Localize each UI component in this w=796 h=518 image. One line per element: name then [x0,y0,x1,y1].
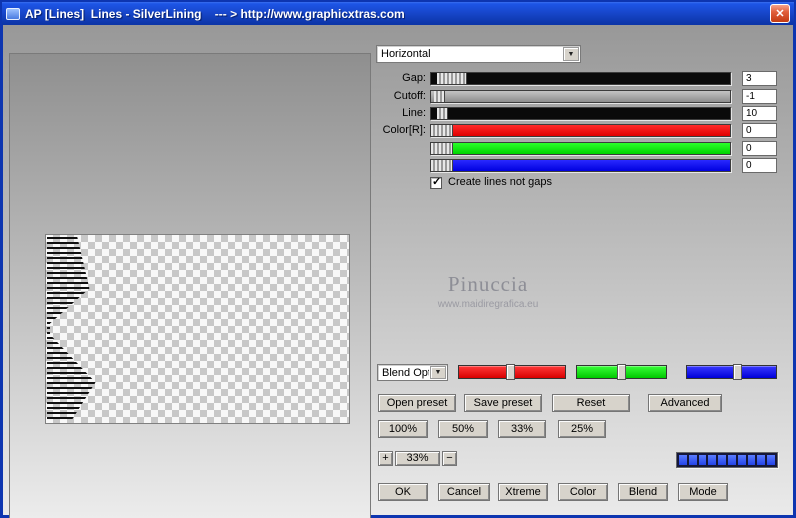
close-icon: ✕ [775,8,785,20]
mode-button[interactable]: Mode [678,483,728,501]
open-preset-button[interactable]: Open preset [378,394,456,412]
cutoff-value[interactable]: -1 [742,89,777,104]
blend-green-thumb[interactable] [617,364,626,380]
slider-row-gap: Gap: 3 [0,71,796,86]
progress-segment [747,455,756,465]
chevron-glyph: ▼ [434,369,442,376]
close-button[interactable]: ✕ [770,4,790,23]
plugin-window: AP [Lines] Lines - SilverLining --- > ht… [0,0,796,518]
blend-options-dropdown[interactable]: Blend Opti ▼ [377,364,448,381]
cutoff-slider[interactable] [430,90,731,103]
color-button[interactable]: Color [558,483,608,501]
progress-segment [727,455,736,465]
lines-shape [47,237,96,421]
progress-segment [718,455,726,465]
zoom-100-button[interactable]: 100% [378,420,428,438]
preview-image[interactable] [45,234,350,424]
advanced-button[interactable]: Advanced [648,394,722,412]
blend-options-value: Blend Opti [382,367,429,379]
color-b-value[interactable]: 0 [742,158,777,173]
zoom-33-button[interactable]: 33% [498,420,546,438]
cancel-button[interactable]: Cancel [438,483,490,501]
slider-row-color-g: 0 [0,141,796,156]
slider-row-color-b: 0 [0,158,796,173]
check-icon: ✓ [432,176,442,188]
blend-button[interactable]: Blend [618,483,668,501]
zoom-in-button[interactable]: + [378,451,393,466]
gap-slider[interactable] [430,72,731,85]
progress-segment [737,455,746,465]
color-r-slider[interactable] [430,124,731,137]
ok-button[interactable]: OK [378,483,428,501]
reset-button[interactable]: Reset [552,394,630,412]
preview-panel[interactable] [9,53,371,518]
slider-row-color-r: Color[R]: 0 [0,123,796,138]
blend-blue-slider[interactable] [686,364,777,380]
xtreme-button[interactable]: Xtreme [498,483,548,501]
blend-red-thumb[interactable] [506,364,515,380]
chevron-down-icon[interactable]: ▼ [563,47,579,61]
titlebar[interactable]: AP [Lines] Lines - SilverLining --- > ht… [2,2,794,25]
create-lines-label: Create lines not gaps [448,176,552,188]
create-lines-checkbox[interactable]: ✓ [430,176,442,189]
slider-row-cutoff: Cutoff: -1 [0,89,796,104]
line-slider-thumb[interactable] [437,108,448,119]
color-b-slider-thumb[interactable] [431,160,453,171]
cutoff-slider-thumb[interactable] [434,91,445,102]
progress-segment [757,455,766,465]
progress-segment [698,455,707,465]
chevron-down-icon[interactable]: ▼ [430,366,446,379]
save-preset-button[interactable]: Save preset [464,394,542,412]
slider-row-line: Line: 10 [0,106,796,121]
color-g-slider-thumb[interactable] [431,143,453,154]
blend-green-slider[interactable] [576,364,667,380]
direction-dropdown[interactable]: Horizontal ▼ [376,45,581,63]
direction-dropdown-value: Horizontal [381,48,431,60]
gap-value[interactable]: 3 [742,71,777,86]
progress-segment [679,455,687,465]
color-g-value[interactable]: 0 [742,141,777,156]
zoom-50-button[interactable]: 50% [438,420,488,438]
line-slider[interactable] [430,107,731,120]
progress-bar [676,452,778,468]
color-g-slider[interactable] [430,142,731,155]
color-r-slider-thumb[interactable] [431,125,453,136]
blend-blue-thumb[interactable] [733,364,742,380]
zoom-25-button[interactable]: 25% [558,420,606,438]
color-b-slider[interactable] [430,159,731,172]
cutoff-label: Cutoff: [393,90,426,102]
gap-label: Gap: [402,72,426,84]
app-icon [6,7,20,20]
color-r-label: Color[R]: [382,124,426,136]
blend-red-slider[interactable] [458,364,566,380]
window-title: AP [Lines] Lines - SilverLining --- > ht… [25,6,405,21]
progress-segment [688,455,697,465]
progress-segment [767,455,775,465]
line-value[interactable]: 10 [742,106,777,121]
gap-slider-thumb[interactable] [437,73,467,84]
color-r-value[interactable]: 0 [742,123,777,138]
zoom-level-value[interactable]: 33% [395,451,440,466]
line-label: Line: [402,107,426,119]
progress-segment [708,455,717,465]
chevron-glyph: ▼ [567,50,575,58]
zoom-out-button[interactable]: − [442,451,457,466]
